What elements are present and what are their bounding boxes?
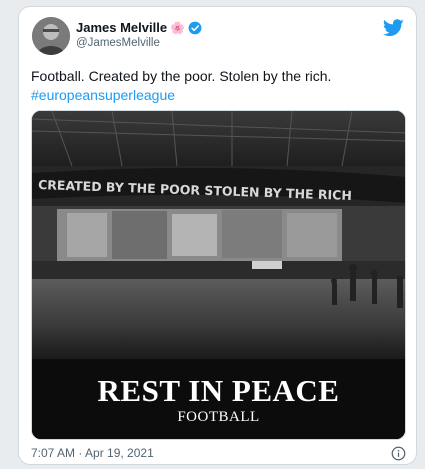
tweet-media[interactable]: CREATED BY THE POOR STOLEN BY THE RICH R…: [31, 110, 406, 440]
hashtag-link[interactable]: #europeansuperleague: [31, 86, 406, 105]
info-icon[interactable]: [391, 446, 406, 461]
timestamp[interactable]: 7:07 AM · Apr 19, 2021: [31, 446, 154, 460]
tweet-footer: 7:07 AM · Apr 19, 2021: [31, 446, 406, 461]
author-handle[interactable]: @JamesMelville: [76, 37, 160, 49]
tweet-text: Football. Created by the poor. Stolen by…: [31, 67, 406, 105]
author-emoji: 🌸: [170, 20, 186, 35]
media-subline: FOOTBALL: [177, 409, 260, 425]
tweet-card: James Melville 🌸 @JamesMelville Football…: [18, 6, 417, 465]
tweet-body: Football. Created by the poor. Stolen by…: [31, 68, 332, 84]
avatar[interactable]: [32, 17, 70, 55]
author-name-row: James Melville 🌸: [76, 20, 202, 35]
media-headline: REST IN PEACE: [97, 373, 340, 408]
twitter-logo-icon[interactable]: [382, 19, 404, 37]
author-name[interactable]: James Melville: [76, 20, 167, 35]
verified-badge-icon: [188, 21, 202, 35]
